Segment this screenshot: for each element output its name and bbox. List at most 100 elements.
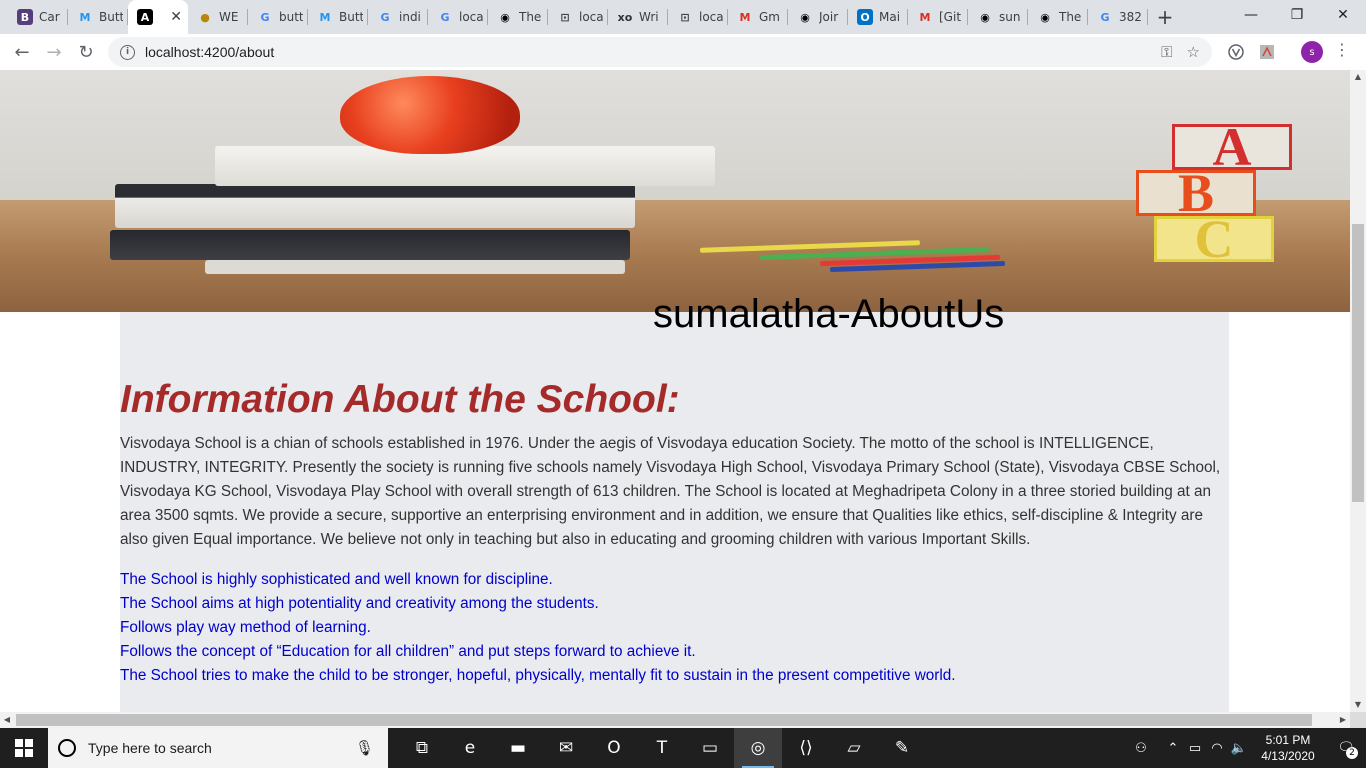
people-icon[interactable]: ⚇ [1130, 741, 1152, 756]
browser-tab[interactable]: xo Wri [608, 0, 668, 34]
search-placeholder: Type here to search [88, 740, 212, 756]
localhost-icon: ⊡ [680, 10, 690, 24]
cortana-icon [58, 739, 76, 757]
scroll-up-icon[interactable]: ▲ [1350, 70, 1366, 84]
browser-tab[interactable]: ◉ The [488, 0, 548, 34]
material-icon: M [79, 10, 91, 24]
tab-list: B Car M Butt A ✕ ● WE Gbutt M Butt Gindi Gloca ◉ The ⊡ l… [0, 0, 1148, 34]
browser-tab[interactable]: M [Git [908, 0, 968, 34]
tab-label: Butt [99, 10, 123, 24]
browser-tab[interactable]: ◉ The [1028, 0, 1088, 34]
vertical-scroll-thumb[interactable] [1352, 224, 1364, 502]
tab-label: WE [219, 10, 239, 24]
horizontal-scrollbar[interactable]: ◀ ▶ [0, 712, 1350, 728]
microphone-icon[interactable]: 🎙 [355, 739, 374, 757]
page-title: sumalatha-AboutUs [653, 292, 1005, 336]
volume-icon[interactable]: 🔈 [1228, 741, 1250, 756]
start-button[interactable] [0, 728, 48, 768]
intro-paragraph: Visvodaya School is a chian of schools e… [120, 435, 1221, 548]
notification-count-badge: 2 [1346, 747, 1358, 759]
terminal-icon[interactable]: ▭ [686, 728, 734, 768]
teams-icon[interactable]: T [638, 728, 686, 768]
forward-button[interactable]: → [38, 36, 70, 68]
maximize-button[interactable]: ❐ [1274, 0, 1320, 30]
pdf-extension-icon[interactable] [1257, 42, 1277, 62]
browser-tab[interactable]: G 382 [1088, 0, 1148, 34]
browser-tab[interactable]: M Gm [728, 0, 788, 34]
outlook-app-icon[interactable]: O [590, 728, 638, 768]
file-explorer-icon[interactable]: ▬ [494, 728, 542, 768]
taskbar-clock[interactable]: 5:01 PM 4/13/2020 [1250, 732, 1326, 764]
google-icon: G [440, 10, 450, 24]
clock-date: 4/13/2020 [1261, 749, 1315, 763]
tab-label: Car [39, 10, 60, 24]
bootstrap-icon: B [17, 9, 33, 25]
close-window-button[interactable]: ✕ [1320, 0, 1366, 30]
scroll-left-icon[interactable]: ◀ [0, 712, 14, 728]
scroll-right-icon[interactable]: ▶ [1336, 712, 1350, 728]
chrome-icon[interactable]: ◎ [734, 728, 782, 768]
browser-tab[interactable]: M Butt [68, 0, 128, 34]
taskbar-apps: ⧉ e ▬ ✉ O T ▭ ◎ ⟨⟩ ▱ ✎ [398, 728, 926, 768]
browser-tab[interactable]: Gindi [368, 0, 428, 34]
apple-image [340, 76, 520, 154]
mail-icon[interactable]: ✉ [542, 728, 590, 768]
angular-icon: A [137, 9, 153, 25]
taskbar-search-box[interactable]: Type here to search 🎙 [48, 728, 388, 768]
back-button[interactable]: ← [6, 36, 38, 68]
browser-tab[interactable]: ● WE [188, 0, 248, 34]
browser-tab[interactable]: ⊡ loca [548, 0, 608, 34]
browser-tab[interactable]: Gloca [428, 0, 488, 34]
tab-label: sun [999, 10, 1021, 24]
vertical-scrollbar[interactable]: ▲ ▼ [1350, 70, 1366, 712]
battery-icon[interactable]: ▭ [1184, 741, 1206, 756]
reload-button[interactable]: ↻ [70, 36, 102, 68]
wifi-icon[interactable]: ◠ [1206, 741, 1228, 756]
new-tab-button[interactable]: + [1148, 0, 1182, 34]
browser-tab[interactable]: ◉ sun [968, 0, 1028, 34]
browser-tab[interactable]: B Car [8, 0, 68, 34]
github-icon: ◉ [1040, 10, 1050, 24]
vscode-icon[interactable]: ⟨⟩ [782, 728, 830, 768]
highlights-list: The School is highly sophisticated and w… [120, 568, 1229, 688]
list-item: The School aims at high potentiality and… [120, 595, 599, 612]
paint-icon[interactable]: ✎ [878, 728, 926, 768]
scroll-down-icon[interactable]: ▼ [1350, 698, 1366, 712]
browser-tab[interactable]: A ✕ [128, 0, 188, 34]
horizontal-scroll-thumb[interactable] [16, 714, 1312, 726]
browser-tab[interactable]: O Mai [848, 0, 908, 34]
task-view-icon[interactable]: ⧉ [398, 728, 446, 768]
browser-tab[interactable]: Gbutt [248, 0, 308, 34]
gmail-icon: M [739, 10, 751, 24]
action-center-button[interactable]: 🗨 2 [1326, 728, 1366, 768]
tab-label: The [519, 10, 542, 24]
site-info-icon[interactable]: i [120, 44, 135, 60]
system-tray: ⚇ ⌃ ▭ ◠ 🔈 5:01 PM 4/13/2020 🗨 2 [1130, 728, 1366, 768]
profile-avatar[interactable]: s [1301, 41, 1323, 63]
windows-taskbar: Type here to search 🎙 ⧉ e ▬ ✉ O T ▭ ◎ ⟨⟩ ▱ ✎ ⚇ ⌃ ▭… [0, 728, 1366, 768]
browser-menu-icon[interactable]: ⋮ [1334, 40, 1350, 64]
browser-tab[interactable]: ⊡ loca [668, 0, 728, 34]
notes-icon[interactable]: ▱ [830, 728, 878, 768]
tab-label: Mai [879, 10, 901, 24]
minimize-button[interactable]: — [1228, 0, 1274, 30]
key-icon[interactable]: ⚿ [1161, 43, 1172, 61]
address-bar[interactable]: i localhost:4200/about ⚿ ☆ [108, 37, 1212, 67]
show-hidden-icons-icon[interactable]: ⌃ [1162, 741, 1184, 756]
bookmark-star-icon[interactable]: ☆ [1187, 43, 1200, 61]
tab-label: loca [459, 10, 483, 24]
list-item: Follows play way method of learning. [120, 619, 371, 636]
edge-icon[interactable]: e [446, 728, 494, 768]
close-tab-icon[interactable]: ✕ [170, 9, 182, 25]
list-item: Follows the concept of “Education for al… [120, 643, 696, 660]
browser-tab[interactable]: ◉ Joir [788, 0, 848, 34]
vue-devtools-extension-icon[interactable] [1226, 42, 1246, 62]
page-viewport: A B C sumalatha-AboutUs Information Abou… [0, 70, 1350, 712]
list-item: The School tries to make the child to be… [120, 667, 956, 684]
browser-tab[interactable]: M Butt [308, 0, 368, 34]
tab-label: Gm [759, 10, 780, 24]
tab-label: loca [579, 10, 603, 24]
abc-block-c: C [1154, 209, 1274, 269]
localhost-icon: ⊡ [560, 10, 570, 24]
tab-label: indi [399, 10, 421, 24]
